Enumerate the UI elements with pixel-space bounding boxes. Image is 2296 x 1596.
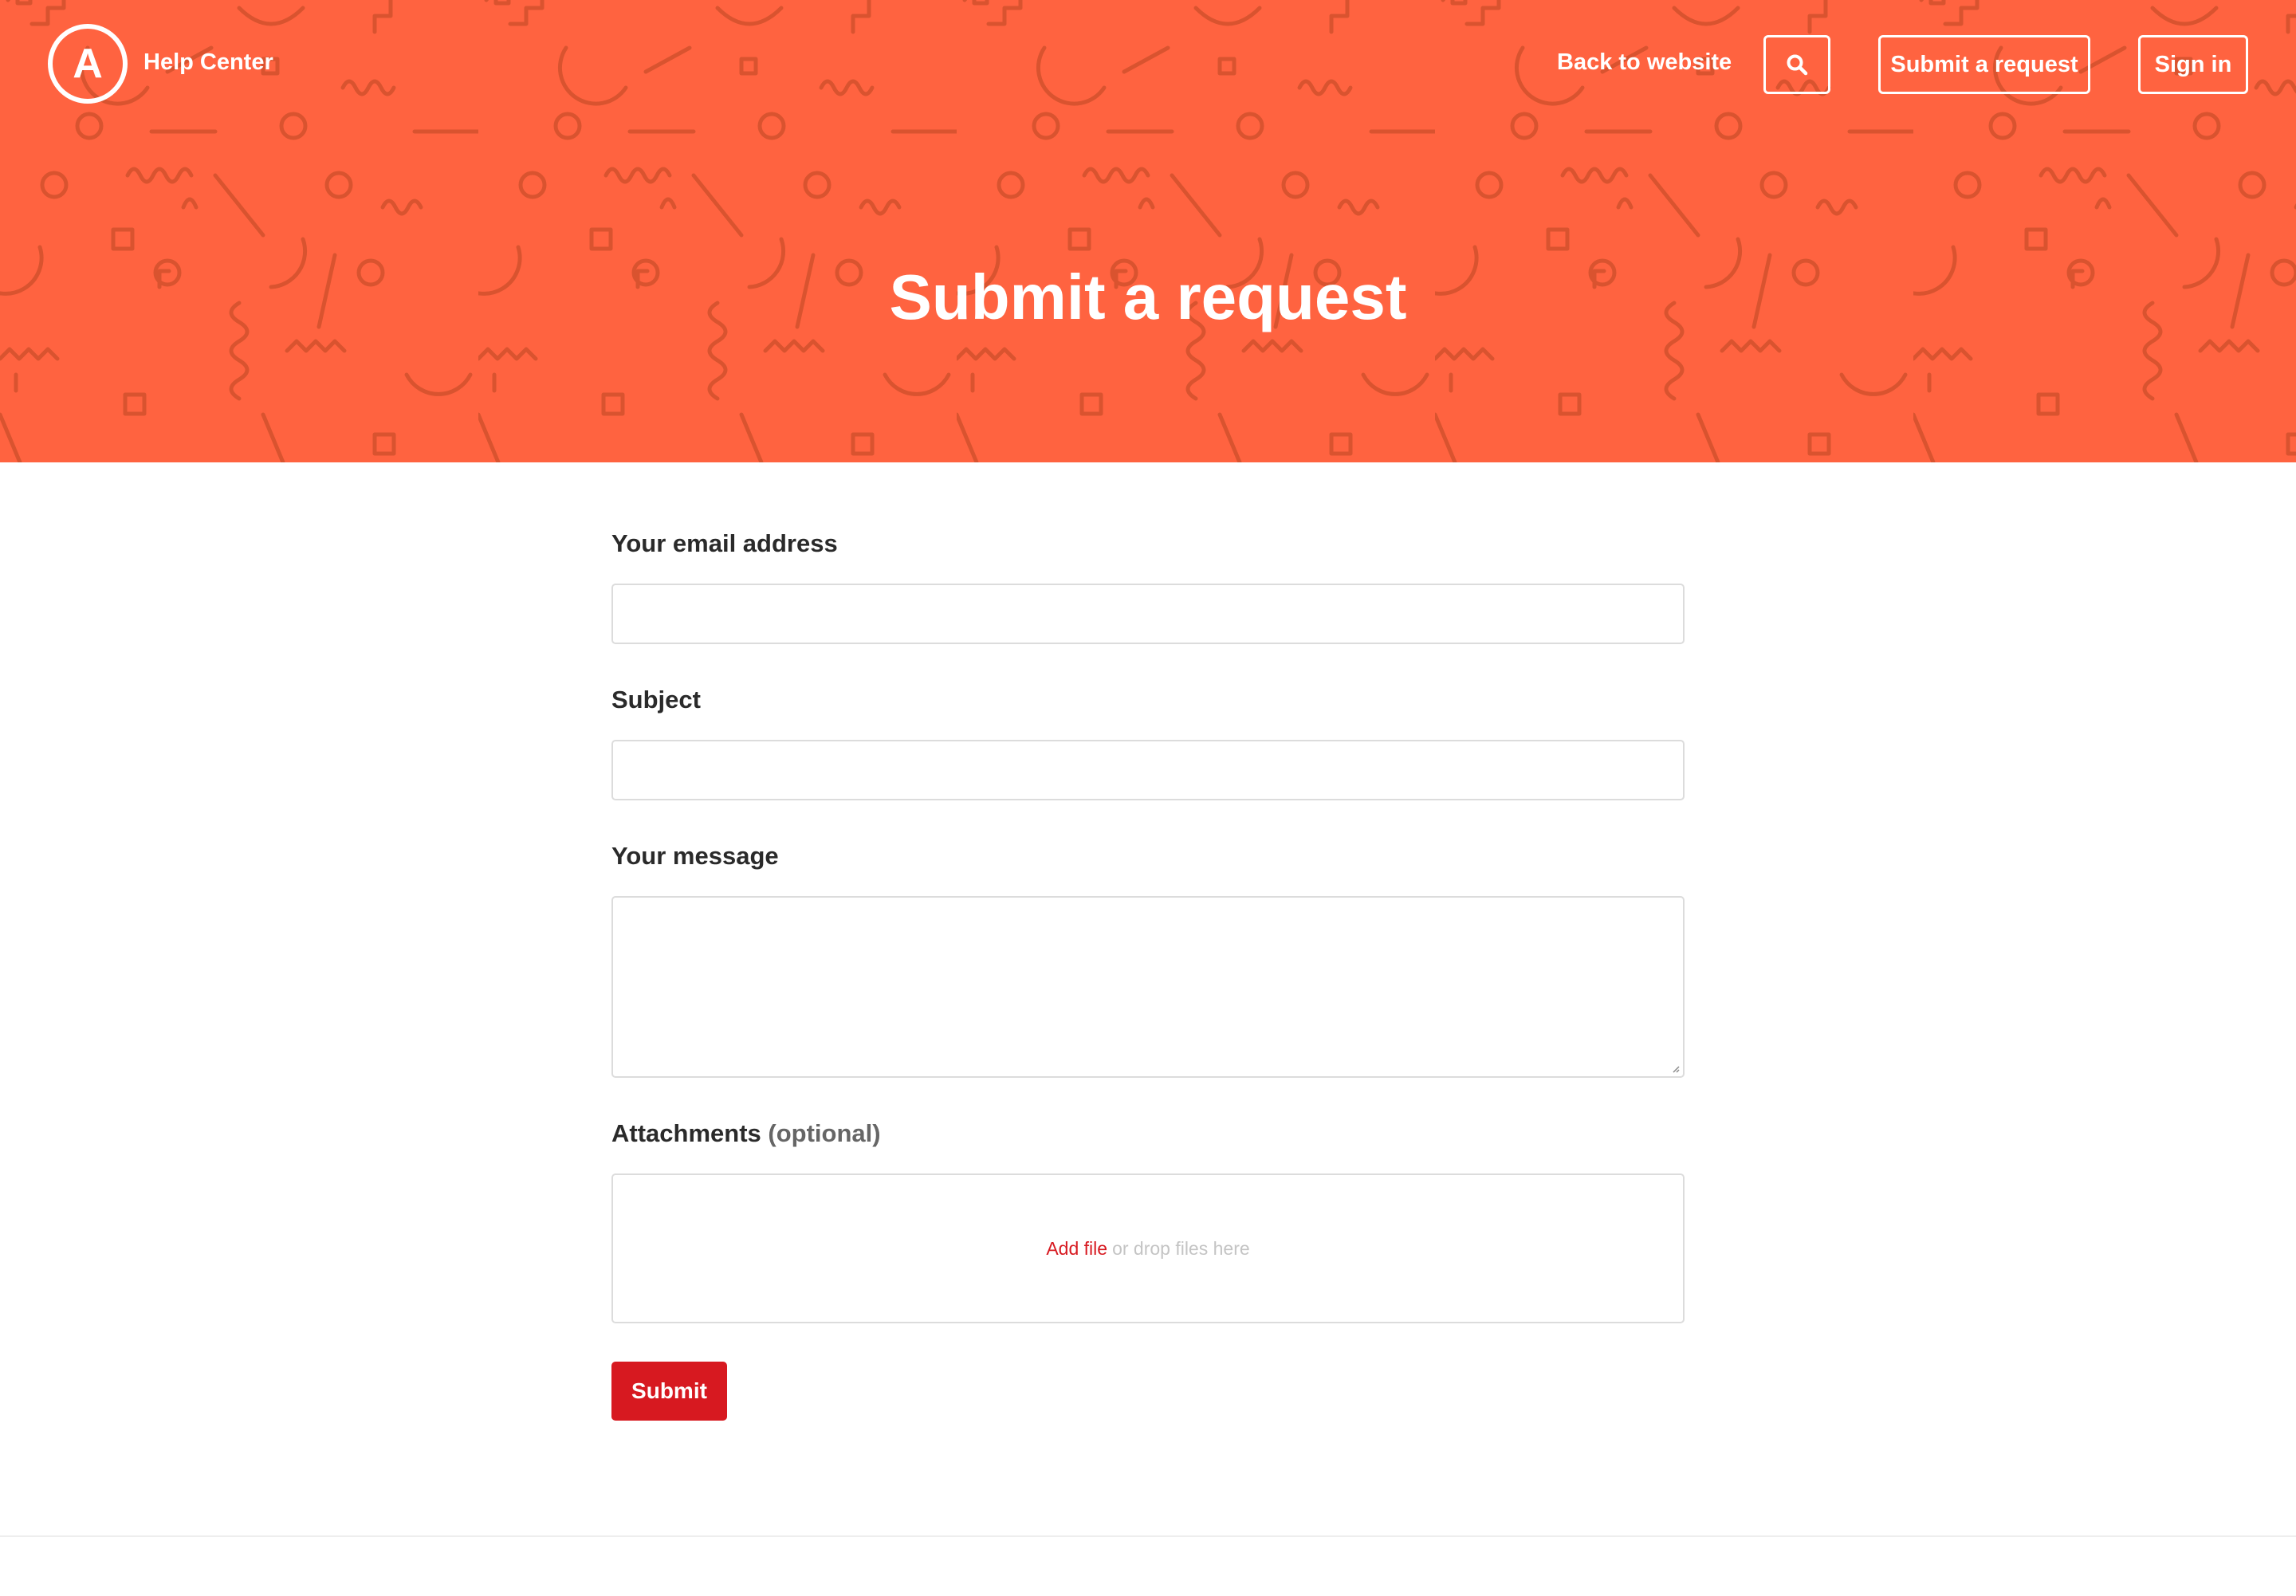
logo-letter: A [73, 41, 103, 87]
submit-request-nav-button[interactable]: Submit a request [1878, 35, 2090, 94]
optional-label: (optional) [768, 1119, 881, 1147]
subject-label: Subject [611, 686, 701, 713]
email-label: Your email address [611, 529, 838, 557]
logo[interactable]: A [48, 24, 128, 104]
message-textarea[interactable] [611, 896, 1685, 1078]
resize-grip-icon[interactable] [1672, 1065, 1680, 1073]
email-field[interactable] [611, 584, 1685, 644]
add-file-link[interactable]: Add file [1046, 1238, 1107, 1260]
search-icon [1787, 54, 1808, 76]
subject-field[interactable] [611, 740, 1685, 800]
page-title: Submit a request [889, 261, 1407, 332]
search-button[interactable] [1763, 35, 1830, 94]
sign-in-button[interactable]: Sign in [2138, 35, 2248, 94]
back-to-website-link[interactable]: Back to website [1557, 49, 1732, 76]
footer-divider [0, 1535, 2296, 1537]
attachments-dropzone[interactable]: Add file or drop files here [611, 1173, 1685, 1323]
attachments-label: Attachments (optional) [611, 1119, 881, 1148]
attachments-label-text: Attachments [611, 1119, 761, 1147]
drop-files-hint: or drop files here [1112, 1237, 1250, 1259]
hero-banner: A Help Center Back to website Submit a r… [0, 0, 2296, 462]
brand-label[interactable]: Help Center [144, 49, 273, 76]
message-label: Your message [611, 842, 779, 870]
submit-button[interactable]: Submit [611, 1362, 727, 1421]
